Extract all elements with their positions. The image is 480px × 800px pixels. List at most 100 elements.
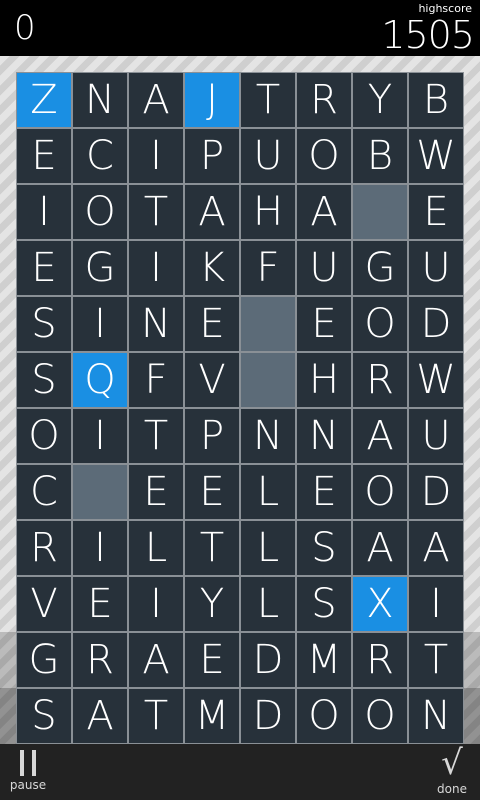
letter-tile[interactable]: I bbox=[72, 520, 128, 576]
letter-tile[interactable]: F bbox=[128, 352, 184, 408]
letter-tile[interactable]: I bbox=[128, 576, 184, 632]
letter-tile[interactable]: U bbox=[240, 128, 296, 184]
letter-tile[interactable]: C bbox=[16, 464, 72, 520]
letter-tile[interactable]: R bbox=[352, 352, 408, 408]
letter-tile[interactable]: N bbox=[240, 408, 296, 464]
letter-tile[interactable]: W bbox=[408, 352, 464, 408]
letter-tile[interactable]: A bbox=[184, 184, 240, 240]
letter-tile[interactable]: V bbox=[16, 576, 72, 632]
letter-tile[interactable]: E bbox=[16, 128, 72, 184]
letter-tile[interactable]: W bbox=[408, 128, 464, 184]
empty-tile bbox=[352, 184, 408, 240]
letter-tile[interactable]: A bbox=[72, 688, 128, 744]
letter-tile[interactable]: I bbox=[72, 408, 128, 464]
letter-tile[interactable]: G bbox=[72, 240, 128, 296]
letter-tile[interactable]: E bbox=[408, 184, 464, 240]
empty-tile bbox=[240, 352, 296, 408]
letter-tile[interactable]: S bbox=[296, 520, 352, 576]
letter-tile[interactable]: I bbox=[408, 576, 464, 632]
letter-tile[interactable]: H bbox=[240, 184, 296, 240]
letter-tile[interactable]: O bbox=[296, 128, 352, 184]
letter-tile[interactable]: T bbox=[408, 632, 464, 688]
current-score: 0 bbox=[14, 8, 36, 48]
letter-tile[interactable]: U bbox=[408, 240, 464, 296]
letter-tile[interactable]: S bbox=[16, 296, 72, 352]
letter-tile[interactable]: R bbox=[352, 632, 408, 688]
letter-tile[interactable]: R bbox=[296, 72, 352, 128]
letter-tile[interactable]: P bbox=[184, 408, 240, 464]
letter-tile[interactable]: Y bbox=[184, 576, 240, 632]
letter-tile[interactable]: L bbox=[240, 576, 296, 632]
letter-tile[interactable]: H bbox=[296, 352, 352, 408]
letter-tile[interactable]: J bbox=[184, 72, 240, 128]
letter-tile[interactable]: Z bbox=[16, 72, 72, 128]
letter-tile[interactable]: U bbox=[296, 240, 352, 296]
letter-tile[interactable]: E bbox=[296, 464, 352, 520]
letter-tile[interactable]: N bbox=[72, 72, 128, 128]
pause-button[interactable]: pause bbox=[6, 744, 50, 800]
letter-tile[interactable]: O bbox=[296, 688, 352, 744]
letter-tile[interactable]: T bbox=[240, 72, 296, 128]
letter-tile[interactable]: D bbox=[408, 464, 464, 520]
letter-tile[interactable]: V bbox=[184, 352, 240, 408]
letter-tile[interactable]: R bbox=[72, 632, 128, 688]
letter-tile[interactable]: X bbox=[352, 576, 408, 632]
letter-tile[interactable]: I bbox=[72, 296, 128, 352]
letter-tile[interactable]: T bbox=[128, 408, 184, 464]
letter-tile[interactable]: N bbox=[296, 408, 352, 464]
letter-tile[interactable]: A bbox=[128, 72, 184, 128]
letter-tile[interactable]: O bbox=[16, 408, 72, 464]
letter-tile[interactable]: S bbox=[16, 688, 72, 744]
letter-tile[interactable]: P bbox=[184, 128, 240, 184]
letter-tile[interactable]: D bbox=[408, 296, 464, 352]
letter-tile[interactable]: Q bbox=[72, 352, 128, 408]
letter-tile[interactable]: K bbox=[184, 240, 240, 296]
letter-tile[interactable]: R bbox=[16, 520, 72, 576]
letter-tile[interactable]: A bbox=[296, 184, 352, 240]
letter-tile[interactable]: D bbox=[240, 632, 296, 688]
letter-tile[interactable]: E bbox=[16, 240, 72, 296]
letter-tile[interactable]: E bbox=[184, 296, 240, 352]
letter-tile[interactable]: A bbox=[128, 632, 184, 688]
letter-tile[interactable]: A bbox=[408, 520, 464, 576]
letter-tile[interactable]: M bbox=[184, 688, 240, 744]
letter-tile[interactable]: A bbox=[352, 520, 408, 576]
letter-tile[interactable]: A bbox=[352, 408, 408, 464]
letter-tile[interactable]: E bbox=[184, 464, 240, 520]
letter-tile[interactable]: G bbox=[352, 240, 408, 296]
letter-tile[interactable]: E bbox=[184, 632, 240, 688]
letter-tile[interactable]: G bbox=[16, 632, 72, 688]
letter-tile[interactable]: L bbox=[240, 520, 296, 576]
letter-tile[interactable]: E bbox=[128, 464, 184, 520]
letter-tile[interactable]: B bbox=[408, 72, 464, 128]
letter-tile[interactable]: N bbox=[408, 688, 464, 744]
letter-tile[interactable]: F bbox=[240, 240, 296, 296]
letter-tile[interactable]: Y bbox=[352, 72, 408, 128]
letter-tile[interactable]: L bbox=[128, 520, 184, 576]
done-label: done bbox=[437, 782, 467, 796]
letter-tile[interactable]: O bbox=[352, 464, 408, 520]
letter-tile[interactable]: E bbox=[72, 576, 128, 632]
letter-tile[interactable]: T bbox=[128, 688, 184, 744]
letter-tile[interactable]: L bbox=[240, 464, 296, 520]
highscore-value: 1505 bbox=[381, 13, 475, 57]
letter-tile[interactable]: T bbox=[128, 184, 184, 240]
letter-tile[interactable]: S bbox=[296, 576, 352, 632]
letter-tile[interactable]: I bbox=[128, 240, 184, 296]
letter-tile[interactable]: I bbox=[16, 184, 72, 240]
letter-tile[interactable]: E bbox=[296, 296, 352, 352]
done-button[interactable]: √ done bbox=[430, 744, 474, 800]
letter-tile[interactable]: I bbox=[128, 128, 184, 184]
letter-tile[interactable]: T bbox=[184, 520, 240, 576]
letter-tile[interactable]: O bbox=[352, 296, 408, 352]
letter-tile[interactable]: S bbox=[16, 352, 72, 408]
letter-tile[interactable]: O bbox=[72, 184, 128, 240]
letter-tile[interactable]: D bbox=[240, 688, 296, 744]
letter-tile[interactable]: M bbox=[296, 632, 352, 688]
letter-tile[interactable]: C bbox=[72, 128, 128, 184]
letter-tile[interactable]: N bbox=[128, 296, 184, 352]
letter-tile[interactable]: U bbox=[408, 408, 464, 464]
letter-tile[interactable]: O bbox=[352, 688, 408, 744]
letter-tile[interactable]: B bbox=[352, 128, 408, 184]
pause-icon bbox=[19, 750, 37, 776]
